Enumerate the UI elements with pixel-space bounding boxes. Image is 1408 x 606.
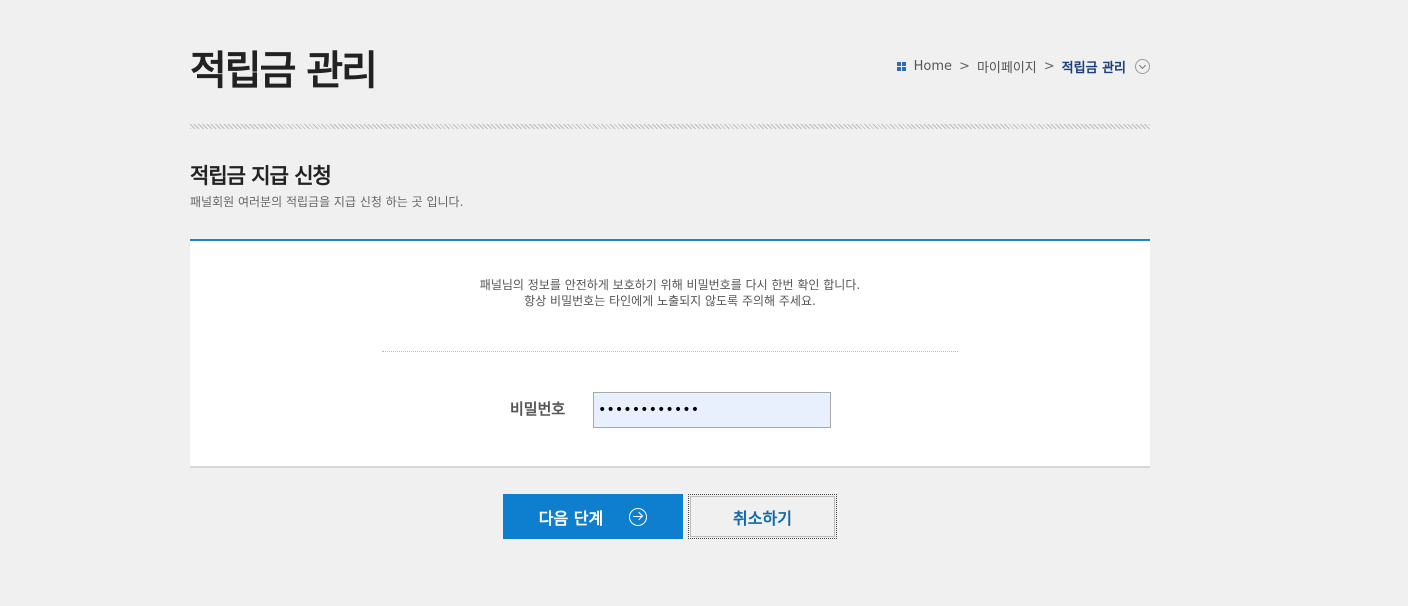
page-title: 적립금 관리 [190,48,378,94]
dotted-divider [382,351,958,352]
password-label: 비밀번호 [510,400,566,418]
hatched-divider [190,124,1150,129]
password-confirm-panel: 패널님의 정보를 안전하게 보호하기 위해 비밀번호를 다시 한번 확인 합니다… [190,239,1150,468]
breadcrumb-separator: > [1043,58,1055,74]
next-step-label: 다음 단계 [538,508,604,528]
chevron-down-icon[interactable] [1135,58,1150,74]
next-step-button[interactable]: 다음 단계 [503,494,683,539]
notice-line: 항상 비밀번호는 타인에게 노출되지 않도록 주의해 주세요. [524,294,816,308]
home-grid-icon [896,61,906,71]
breadcrumb: Home > 마이페이지 > 적립금 관리 [896,56,1150,76]
breadcrumb-mypage-link[interactable]: 마이페이지 [977,57,1037,76]
breadcrumb-home-link[interactable]: Home [914,59,952,74]
section-title: 적립금 지급 신청 [190,164,332,188]
notice-line: 패널님의 정보를 안전하게 보호하기 위해 비밀번호를 다시 한번 확인 합니다… [479,278,861,292]
arrow-right-circle-icon [629,507,648,526]
breadcrumb-current: 적립금 관리 [1061,60,1126,76]
breadcrumb-separator: > [959,58,970,74]
security-notice: 패널님의 정보를 안전하게 보호하기 위해 비밀번호를 다시 한번 확인 합니다… [190,277,1150,309]
cancel-button[interactable]: 취소하기 [688,494,837,539]
section-description: 패널회원 여러분의 적립금을 지급 신청 하는 곳 입니다. [190,195,464,209]
password-input[interactable] [593,392,831,428]
